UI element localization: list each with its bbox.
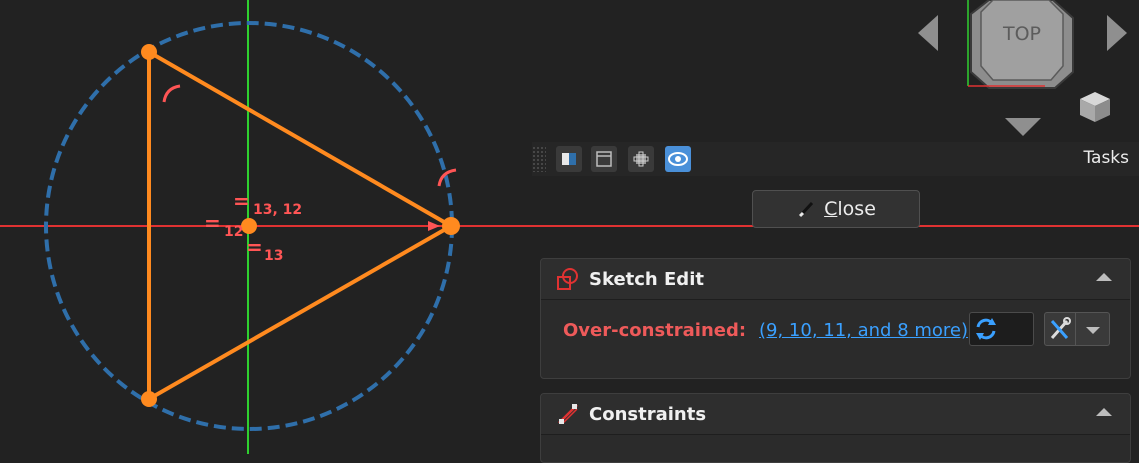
view-menu-cube-icon[interactable] xyxy=(1076,88,1114,126)
model-tab-button[interactable] xyxy=(556,146,582,172)
equal-symbol-icon: = xyxy=(246,235,263,259)
navigation-cube[interactable]: TOP xyxy=(965,0,1077,90)
tasks-eye-icon xyxy=(668,152,688,166)
rotate-down-arrow-icon[interactable] xyxy=(1005,118,1041,136)
sketch-edit-title: Sketch Edit xyxy=(589,268,704,290)
sketch-edit-body: Over-constrained: (9, 10, 11, and 8 more… xyxy=(541,300,1130,380)
collapse-arrow-icon[interactable] xyxy=(1096,408,1112,416)
point-on-object-icon xyxy=(162,84,181,103)
part-icon xyxy=(633,151,649,167)
tools-dropdown-button[interactable] xyxy=(1076,312,1110,346)
constraint-label-center-top[interactable]: 13, 12 xyxy=(253,202,302,218)
sketch-edit-icon xyxy=(557,268,578,290)
sketch-edit-header[interactable]: Sketch Edit xyxy=(541,259,1130,300)
close-button[interactable]: Close xyxy=(752,190,920,228)
over-constrained-label: Over-constrained: xyxy=(563,320,747,341)
constraint-label-center-bottom[interactable]: 13 xyxy=(264,248,283,264)
collapse-arrow-icon[interactable] xyxy=(1096,273,1112,281)
vertex-top[interactable] xyxy=(141,44,157,60)
vertex-right[interactable] xyxy=(442,217,460,235)
tasks-tab-button[interactable] xyxy=(665,146,691,172)
settings-tools-button[interactable] xyxy=(1044,312,1076,346)
tasks-title: Tasks xyxy=(1083,148,1129,168)
constraint-label-center-left[interactable]: 12 xyxy=(224,224,243,240)
update-button[interactable] xyxy=(969,312,1034,346)
report-view-icon xyxy=(596,151,612,167)
part-tab-button[interactable] xyxy=(628,146,654,172)
wrench-screwdriver-icon xyxy=(1050,317,1071,339)
over-constrained-link[interactable]: (9, 10, 11, and 8 more) xyxy=(759,320,968,341)
close-button-label: Close xyxy=(824,198,876,220)
report-view-tab-button[interactable] xyxy=(591,146,617,172)
task-tab-strip xyxy=(532,142,1139,176)
coincident-marker xyxy=(428,221,440,231)
constraints-title: Constraints xyxy=(589,403,707,425)
pencil-icon xyxy=(799,201,814,218)
equal-symbol-icon: = xyxy=(233,189,250,213)
constraints-header[interactable]: Constraints xyxy=(541,394,1130,435)
refresh-icon xyxy=(976,318,996,340)
constraints-icon xyxy=(558,404,578,424)
vertex-bottom[interactable] xyxy=(141,391,157,407)
cube-face-label: TOP xyxy=(1002,23,1041,45)
triangle-edge-bottom[interactable] xyxy=(148,224,452,401)
triangle-edge-top[interactable] xyxy=(148,50,452,228)
dock-grip[interactable] xyxy=(532,146,546,172)
rotate-left-arrow-icon[interactable] xyxy=(918,15,938,51)
equal-symbol-icon: = xyxy=(204,211,221,235)
model-icon xyxy=(562,153,576,165)
rotate-right-arrow-icon[interactable] xyxy=(1107,15,1127,51)
constraints-panel: Constraints xyxy=(540,393,1131,463)
sketch-edit-panel: Sketch Edit Over-constrained: (9, 10, 11… xyxy=(540,258,1131,379)
chevron-down-icon xyxy=(1086,327,1100,334)
